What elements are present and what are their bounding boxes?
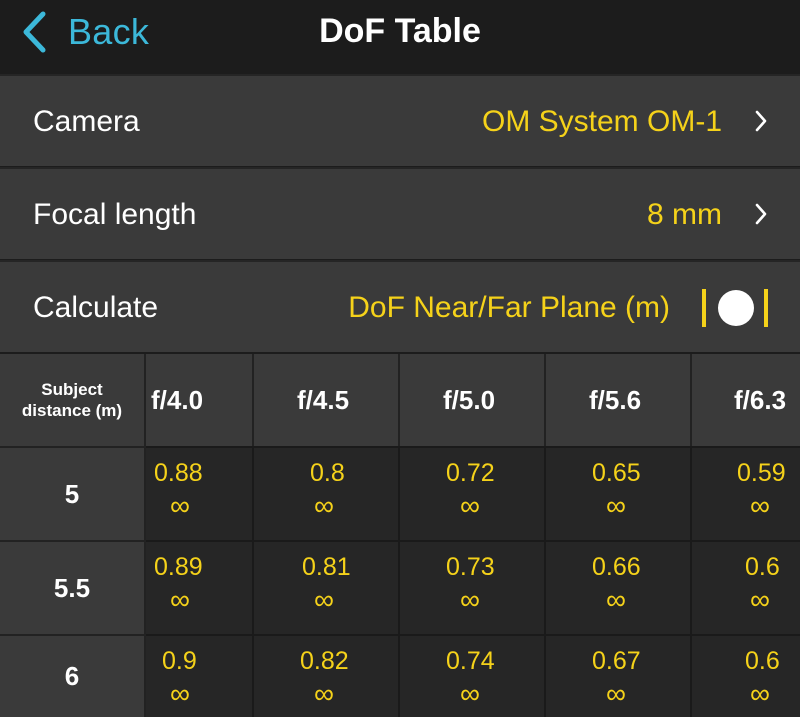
calculate-toggle[interactable] [702, 289, 768, 327]
chevron-right-icon [755, 110, 767, 132]
calculate-label: Calculate [33, 291, 159, 324]
table-cell: 0.74 ∞ [400, 634, 546, 717]
focal-length-value: 8 mm [647, 198, 722, 231]
chevron-right-icon [755, 203, 767, 225]
chevron-left-icon [23, 11, 46, 53]
table-cell: 0.59 ∞ [692, 446, 800, 540]
dof-table: Subject distance (m) f/4.0 f/4.5 f/5.0 f… [0, 354, 800, 717]
row-distance: 6 [0, 634, 146, 717]
aperture-header: f/4.0 [146, 354, 254, 446]
calculate-row: Calculate DoF Near/Far Plane (m) [0, 260, 800, 352]
table-cell: 0.9 ∞ [146, 634, 254, 717]
table-cell: 0.8 ∞ [254, 446, 400, 540]
calculate-value: DoF Near/Far Plane (m) [348, 291, 670, 324]
focal-length-row[interactable]: Focal length 8 mm [0, 167, 800, 259]
table-cell: 0.88 ∞ [146, 446, 254, 540]
table-cell: 0.6 ∞ [692, 540, 800, 634]
subject-distance-header: Subject distance (m) [0, 354, 146, 446]
camera-label: Camera [33, 105, 140, 138]
navigation-bar: Back DoF Table [0, 0, 800, 74]
back-label: Back [68, 11, 150, 52]
aperture-header: f/6.3 [692, 354, 800, 446]
table-cell: 0.67 ∞ [546, 634, 692, 717]
table-cell: 0.72 ∞ [400, 446, 546, 540]
aperture-header: f/5.0 [400, 354, 546, 446]
focal-length-label: Focal length [33, 198, 197, 231]
table-cell: 0.89 ∞ [146, 540, 254, 634]
table-cell: 0.65 ∞ [546, 446, 692, 540]
table-cell: 0.66 ∞ [546, 540, 692, 634]
camera-value: OM System OM-1 [481, 105, 722, 138]
camera-row[interactable]: Camera OM System OM-1 [0, 74, 800, 166]
table-cell: 0.82 ∞ [254, 634, 400, 717]
row-distance: 5.5 [0, 540, 146, 634]
back-button[interactable]: Back [22, 10, 149, 54]
table-cell: 0.81 ∞ [254, 540, 400, 634]
row-distance: 5 [0, 446, 146, 540]
toggle-knob [718, 290, 754, 326]
aperture-header: f/4.5 [254, 354, 400, 446]
table-cell: 0.73 ∞ [400, 540, 546, 634]
table-cell: 0.6 ∞ [692, 634, 800, 717]
aperture-header: f/5.6 [546, 354, 692, 446]
